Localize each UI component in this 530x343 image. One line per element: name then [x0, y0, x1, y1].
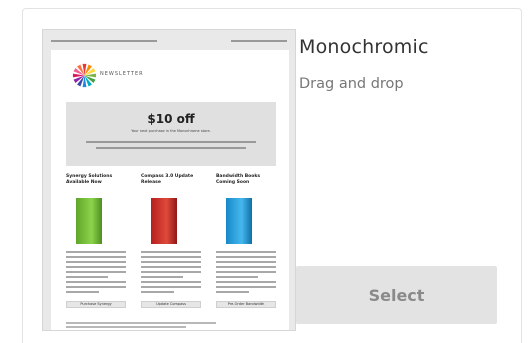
update-compass-button: Update Compass — [141, 301, 201, 308]
starburst-logo-icon — [72, 63, 97, 88]
column-heading: Bandwidth Books Coming Soon — [216, 174, 261, 185]
green-product-box-icon — [76, 198, 102, 244]
product-column-synergy: Synergy Solutions Available Now Purchase… — [66, 174, 126, 308]
purchase-synergy-button: Purchase Synergy — [66, 301, 126, 308]
column-heading: Synergy Solutions Available Now — [66, 174, 113, 185]
newsletter-sheet: NEWSLETTER $10 off Your next purchase in… — [51, 50, 289, 330]
newsletter-footer — [66, 320, 216, 330]
offer-subtitle: Your next purchase in the Monochrome sto… — [131, 129, 211, 133]
template-title: Monochromic — [299, 36, 429, 58]
logo-wordmark: NEWSLETTER — [100, 71, 144, 77]
select-button[interactable]: Select — [296, 266, 497, 324]
red-product-box-icon — [151, 198, 177, 244]
column-heading: Compass 3.0 Update Release — [141, 174, 194, 185]
template-card[interactable]: NEWSLETTER $10 off Your next purchase in… — [22, 8, 522, 343]
offer-banner: $10 off Your next purchase in the Monoch… — [66, 102, 276, 166]
blue-product-box-icon — [226, 198, 252, 244]
product-column-bandwidth: Bandwidth Books Coming Soon Pre-Order Ba… — [216, 174, 276, 308]
preorder-bandwidth-button: Pre-Order Bandwidth — [216, 301, 276, 308]
offer-title: $10 off — [147, 112, 195, 126]
preheader — [51, 40, 287, 44]
template-subtitle: Drag and drop — [299, 76, 404, 92]
template-preview-thumbnail: NEWSLETTER $10 off Your next purchase in… — [42, 29, 296, 331]
product-column-compass: Compass 3.0 Update Release Update Compas… — [141, 174, 201, 308]
